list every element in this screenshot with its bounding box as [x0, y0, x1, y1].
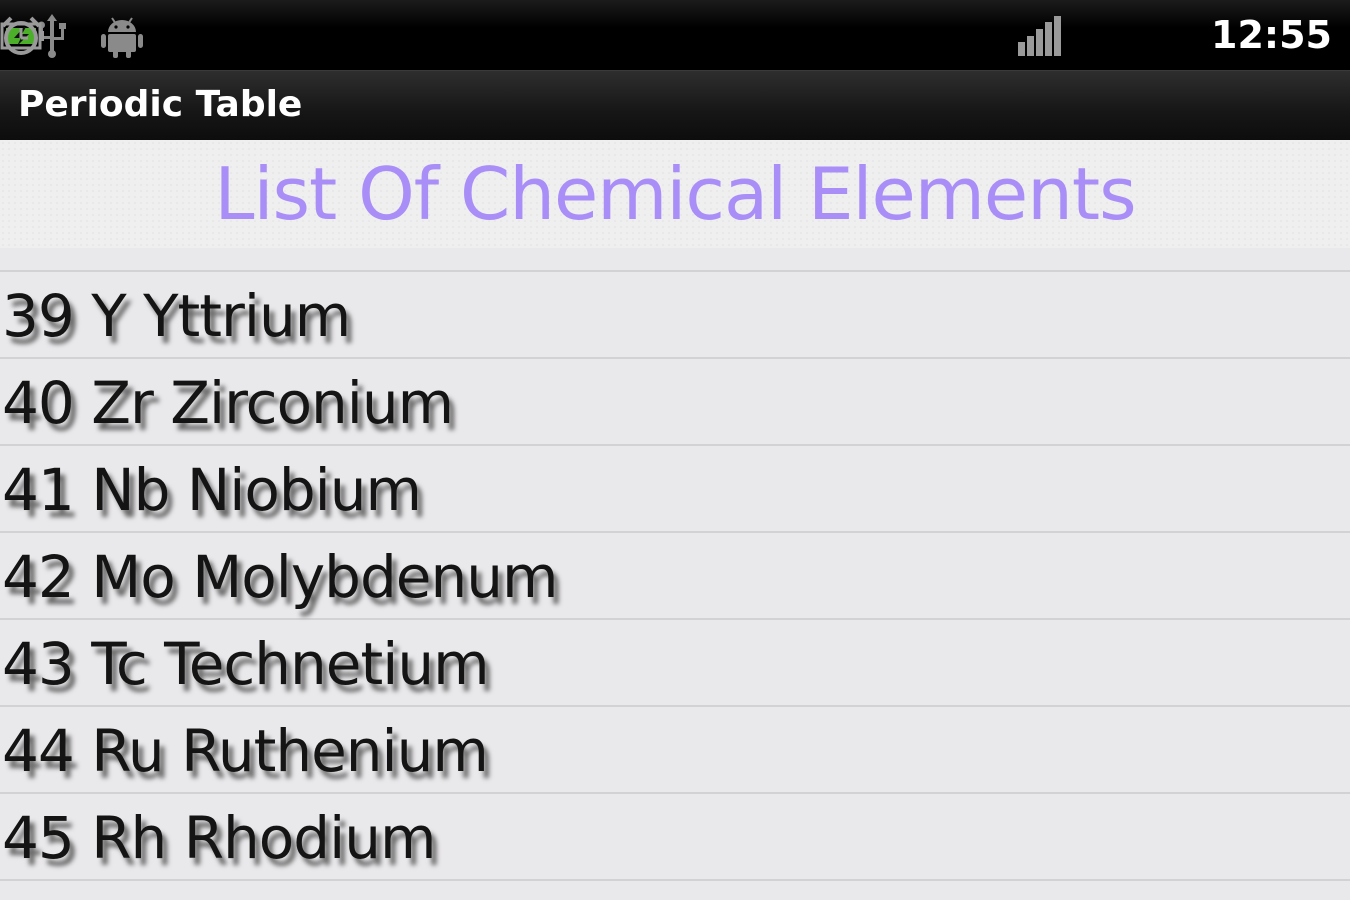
android-icon [101, 17, 143, 58]
list-heading: List Of Chemical Elements [214, 152, 1136, 236]
status-bar: 12:55 [0, 0, 1350, 70]
list-item[interactable]: 39 Y Yttrium [0, 272, 1350, 359]
app-title: Periodic Table [18, 84, 303, 125]
element-label: 42 Mo Molybdenum [2, 543, 559, 611]
list-item[interactable]: 45 Rh Rhodium [0, 794, 1350, 881]
list-item[interactable]: 40 Zr Zirconium [0, 359, 1350, 446]
element-label: 44 Ru Ruthenium [2, 717, 489, 785]
element-label: 39 Y Yttrium [2, 282, 351, 350]
list-item-partially-hidden[interactable]: ​ [0, 248, 1350, 272]
element-label: 45 Rh Rhodium [2, 804, 436, 872]
alarm-clock-icon [1, 16, 41, 55]
element-label: 43 Tc Technetium [2, 630, 490, 698]
list-item[interactable]: 41 Nb Niobium [0, 446, 1350, 533]
list-item[interactable]: 44 Ru Ruthenium [0, 707, 1350, 794]
list-item[interactable]: 42 Mo Molybdenum [0, 533, 1350, 620]
status-clock: 12:55 [1211, 13, 1332, 57]
element-label: 41 Nb Niobium [2, 456, 422, 524]
element-label: 40 Zr Zirconium [2, 369, 454, 437]
signal-icon [1018, 16, 1061, 56]
list-item[interactable]: 43 Tc Technetium [0, 620, 1350, 707]
app-title-bar: Periodic Table [0, 70, 1350, 140]
element-list[interactable]: 39 Y Yttrium 40 Zr Zirconium 41 Nb Niobi… [0, 272, 1350, 881]
list-header: List Of Chemical Elements [0, 140, 1350, 248]
